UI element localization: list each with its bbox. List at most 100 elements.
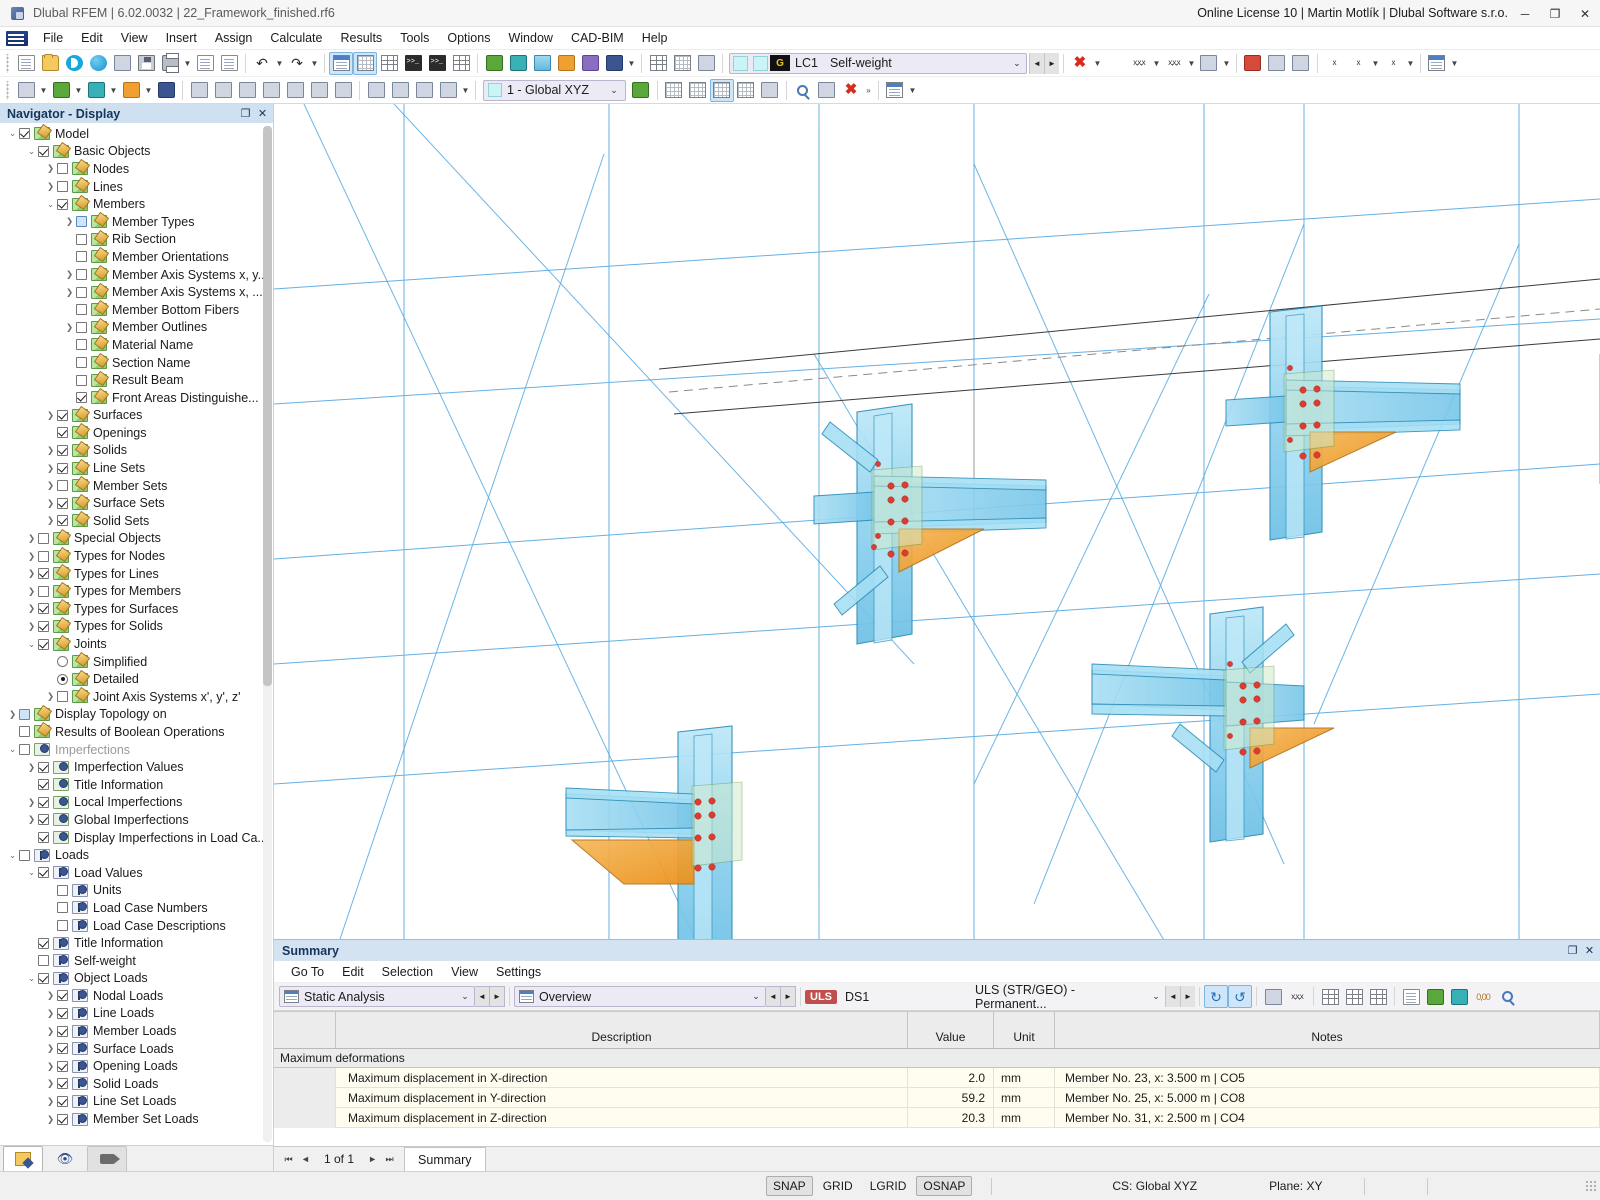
divide-member-button[interactable] (211, 79, 235, 102)
menu-item-file[interactable]: File (34, 28, 72, 48)
connect-members-button[interactable] (235, 79, 259, 102)
tree-checkbox[interactable] (38, 145, 49, 157)
tree-item[interactable]: ⌄ Basic Objects (0, 143, 273, 161)
summary-menu-view[interactable]: View (442, 963, 487, 981)
tree-item[interactable]: Units (0, 882, 273, 900)
tree-item[interactable]: ❯ Joint Axis Systems x', y', z' (0, 688, 273, 706)
navigator-close-button[interactable]: ✕ (254, 105, 271, 122)
tree-item[interactable]: ⌄ Object Loads (0, 970, 273, 988)
view-zoom-button[interactable] (791, 79, 815, 102)
select-objects-button[interactable] (14, 79, 38, 102)
tree-checkbox[interactable] (57, 163, 68, 175)
tree-expand-icon[interactable]: ❯ (44, 498, 57, 509)
navigator-restore-button[interactable]: ❐ (237, 105, 254, 122)
tree-item[interactable]: ❯ Types for Surfaces (0, 600, 273, 618)
tree-item[interactable]: ❯ Solids (0, 442, 273, 460)
table-header-value[interactable]: Value (908, 1012, 994, 1048)
tree-checkbox[interactable] (57, 409, 68, 421)
tree-item[interactable]: ❯ Global Imperfections (0, 811, 273, 829)
status-snap-toggle[interactable]: SNAP (766, 1176, 813, 1196)
tree-expand-icon[interactable]: ❯ (44, 691, 57, 702)
distribute-button[interactable] (412, 79, 436, 102)
table-layout-2-button[interactable] (1342, 985, 1366, 1008)
tree-collapse-icon[interactable]: ⌄ (6, 850, 19, 861)
result-view-select[interactable]: Overview ⌄ (514, 986, 766, 1007)
label-values-button[interactable]: x,x,x (1162, 52, 1186, 75)
new-surface-button[interactable] (554, 52, 578, 75)
table-header-notes[interactable]: Notes (1055, 1012, 1600, 1048)
tree-checkbox[interactable] (57, 198, 68, 210)
tree-item[interactable]: ⌄ Load Values (0, 864, 273, 882)
table-header-unit[interactable]: Unit (994, 1012, 1055, 1048)
analysis-type-select[interactable]: Static Analysis ⌄ (279, 986, 475, 1007)
tree-expand-icon[interactable]: ❯ (25, 551, 38, 562)
tree-item[interactable]: Section Name (0, 354, 273, 372)
tree-checkbox[interactable] (19, 744, 30, 756)
menu-item-window[interactable]: Window (499, 28, 561, 48)
tree-item[interactable]: ❯ Line Sets (0, 459, 273, 477)
tree-expand-icon[interactable]: ❯ (25, 797, 38, 808)
search-table-button[interactable] (1495, 985, 1519, 1008)
tree-checkbox[interactable] (57, 444, 68, 456)
menu-item-calculate[interactable]: Calculate (261, 28, 331, 48)
tree-item[interactable]: ⌄ Joints (0, 635, 273, 653)
menu-item-results[interactable]: Results (332, 28, 392, 48)
summary-menu-go-to[interactable]: Go To (282, 963, 333, 981)
tree-checkbox[interactable] (57, 1095, 68, 1107)
summary-menu-settings[interactable]: Settings (487, 963, 550, 981)
tree-item[interactable]: ❯ Surface Sets (0, 494, 273, 512)
tree-item[interactable]: ❯ Member Types (0, 213, 273, 231)
dimension-dropdown-caret[interactable]: ▼ (1370, 52, 1381, 75)
results-table-button[interactable] (670, 52, 694, 75)
offset-button[interactable] (307, 79, 331, 102)
status-grid-toggle[interactable]: GRID (816, 1176, 860, 1196)
analysis-prev-button[interactable]: ◄ (475, 986, 490, 1007)
tree-expand-icon[interactable]: ❯ (44, 1008, 57, 1019)
load-case-dropdown-caret[interactable]: ⌄ (1008, 58, 1026, 69)
tree-checkbox[interactable] (38, 603, 49, 615)
tree-item[interactable]: Self-weight (0, 952, 273, 970)
tree-expand-icon[interactable]: ❯ (44, 163, 57, 174)
tree-checkbox[interactable] (57, 181, 68, 193)
design-situation-next-button[interactable]: ► (1180, 986, 1195, 1007)
design-situation-caret[interactable]: ⌄ (1147, 991, 1165, 1002)
tree-item[interactable]: ❯ Solid Loads (0, 1075, 273, 1093)
tree-expand-icon[interactable]: ❯ (6, 709, 19, 720)
numbering-dropdown-caret[interactable]: ▼ (1151, 52, 1162, 75)
load-case-prev-button[interactable]: ◄ (1028, 52, 1044, 74)
refresh-results-button[interactable]: ↻ (1204, 985, 1228, 1008)
tree-expand-icon[interactable]: ❯ (25, 533, 38, 544)
tree-item[interactable]: Display Imperfections in Load Ca... (0, 829, 273, 847)
menu-item-tools[interactable]: Tools (391, 28, 438, 48)
tree-checkbox[interactable] (76, 269, 87, 281)
tree-item[interactable]: Front Areas Distinguishe... (0, 389, 273, 407)
object-snap-button[interactable] (734, 79, 758, 102)
new-coordinate-system-button[interactable] (629, 79, 653, 102)
redo-button[interactable]: ↷ (285, 52, 309, 75)
extend-button[interactable] (259, 79, 283, 102)
tree-checkbox[interactable] (38, 585, 49, 597)
new-member-button[interactable] (530, 52, 554, 75)
menu-item-options[interactable]: Options (438, 28, 499, 48)
dimension-y-button[interactable]: x (1346, 52, 1370, 75)
array-button[interactable] (154, 79, 178, 102)
tree-collapse-icon[interactable]: ⌄ (25, 146, 38, 157)
analysis-type-caret[interactable]: ⌄ (456, 991, 474, 1002)
tree-checkbox[interactable] (38, 937, 49, 949)
model-check-2-button[interactable] (1265, 52, 1289, 75)
tree-checkbox[interactable] (57, 884, 68, 896)
save-button[interactable] (134, 52, 158, 75)
group-button[interactable] (436, 79, 460, 102)
open-file-button[interactable] (38, 52, 62, 75)
tree-collapse-icon[interactable]: ⌄ (44, 199, 57, 210)
tree-item[interactable]: ❯ Nodes (0, 160, 273, 178)
tree-item[interactable]: Title Information (0, 776, 273, 794)
minimize-button[interactable]: ─ (1510, 0, 1540, 27)
tree-item[interactable]: ❯ Member Axis Systems x, y... (0, 266, 273, 284)
tree-item[interactable]: ❯ Types for Lines (0, 565, 273, 583)
table-toggle-button[interactable] (353, 51, 377, 75)
numbering-button[interactable]: x,x,x (1127, 52, 1151, 75)
tree-item[interactable]: Results of Boolean Operations (0, 723, 273, 741)
tree-item[interactable]: ⌄ Model (0, 125, 273, 143)
measure-button[interactable] (187, 79, 211, 102)
